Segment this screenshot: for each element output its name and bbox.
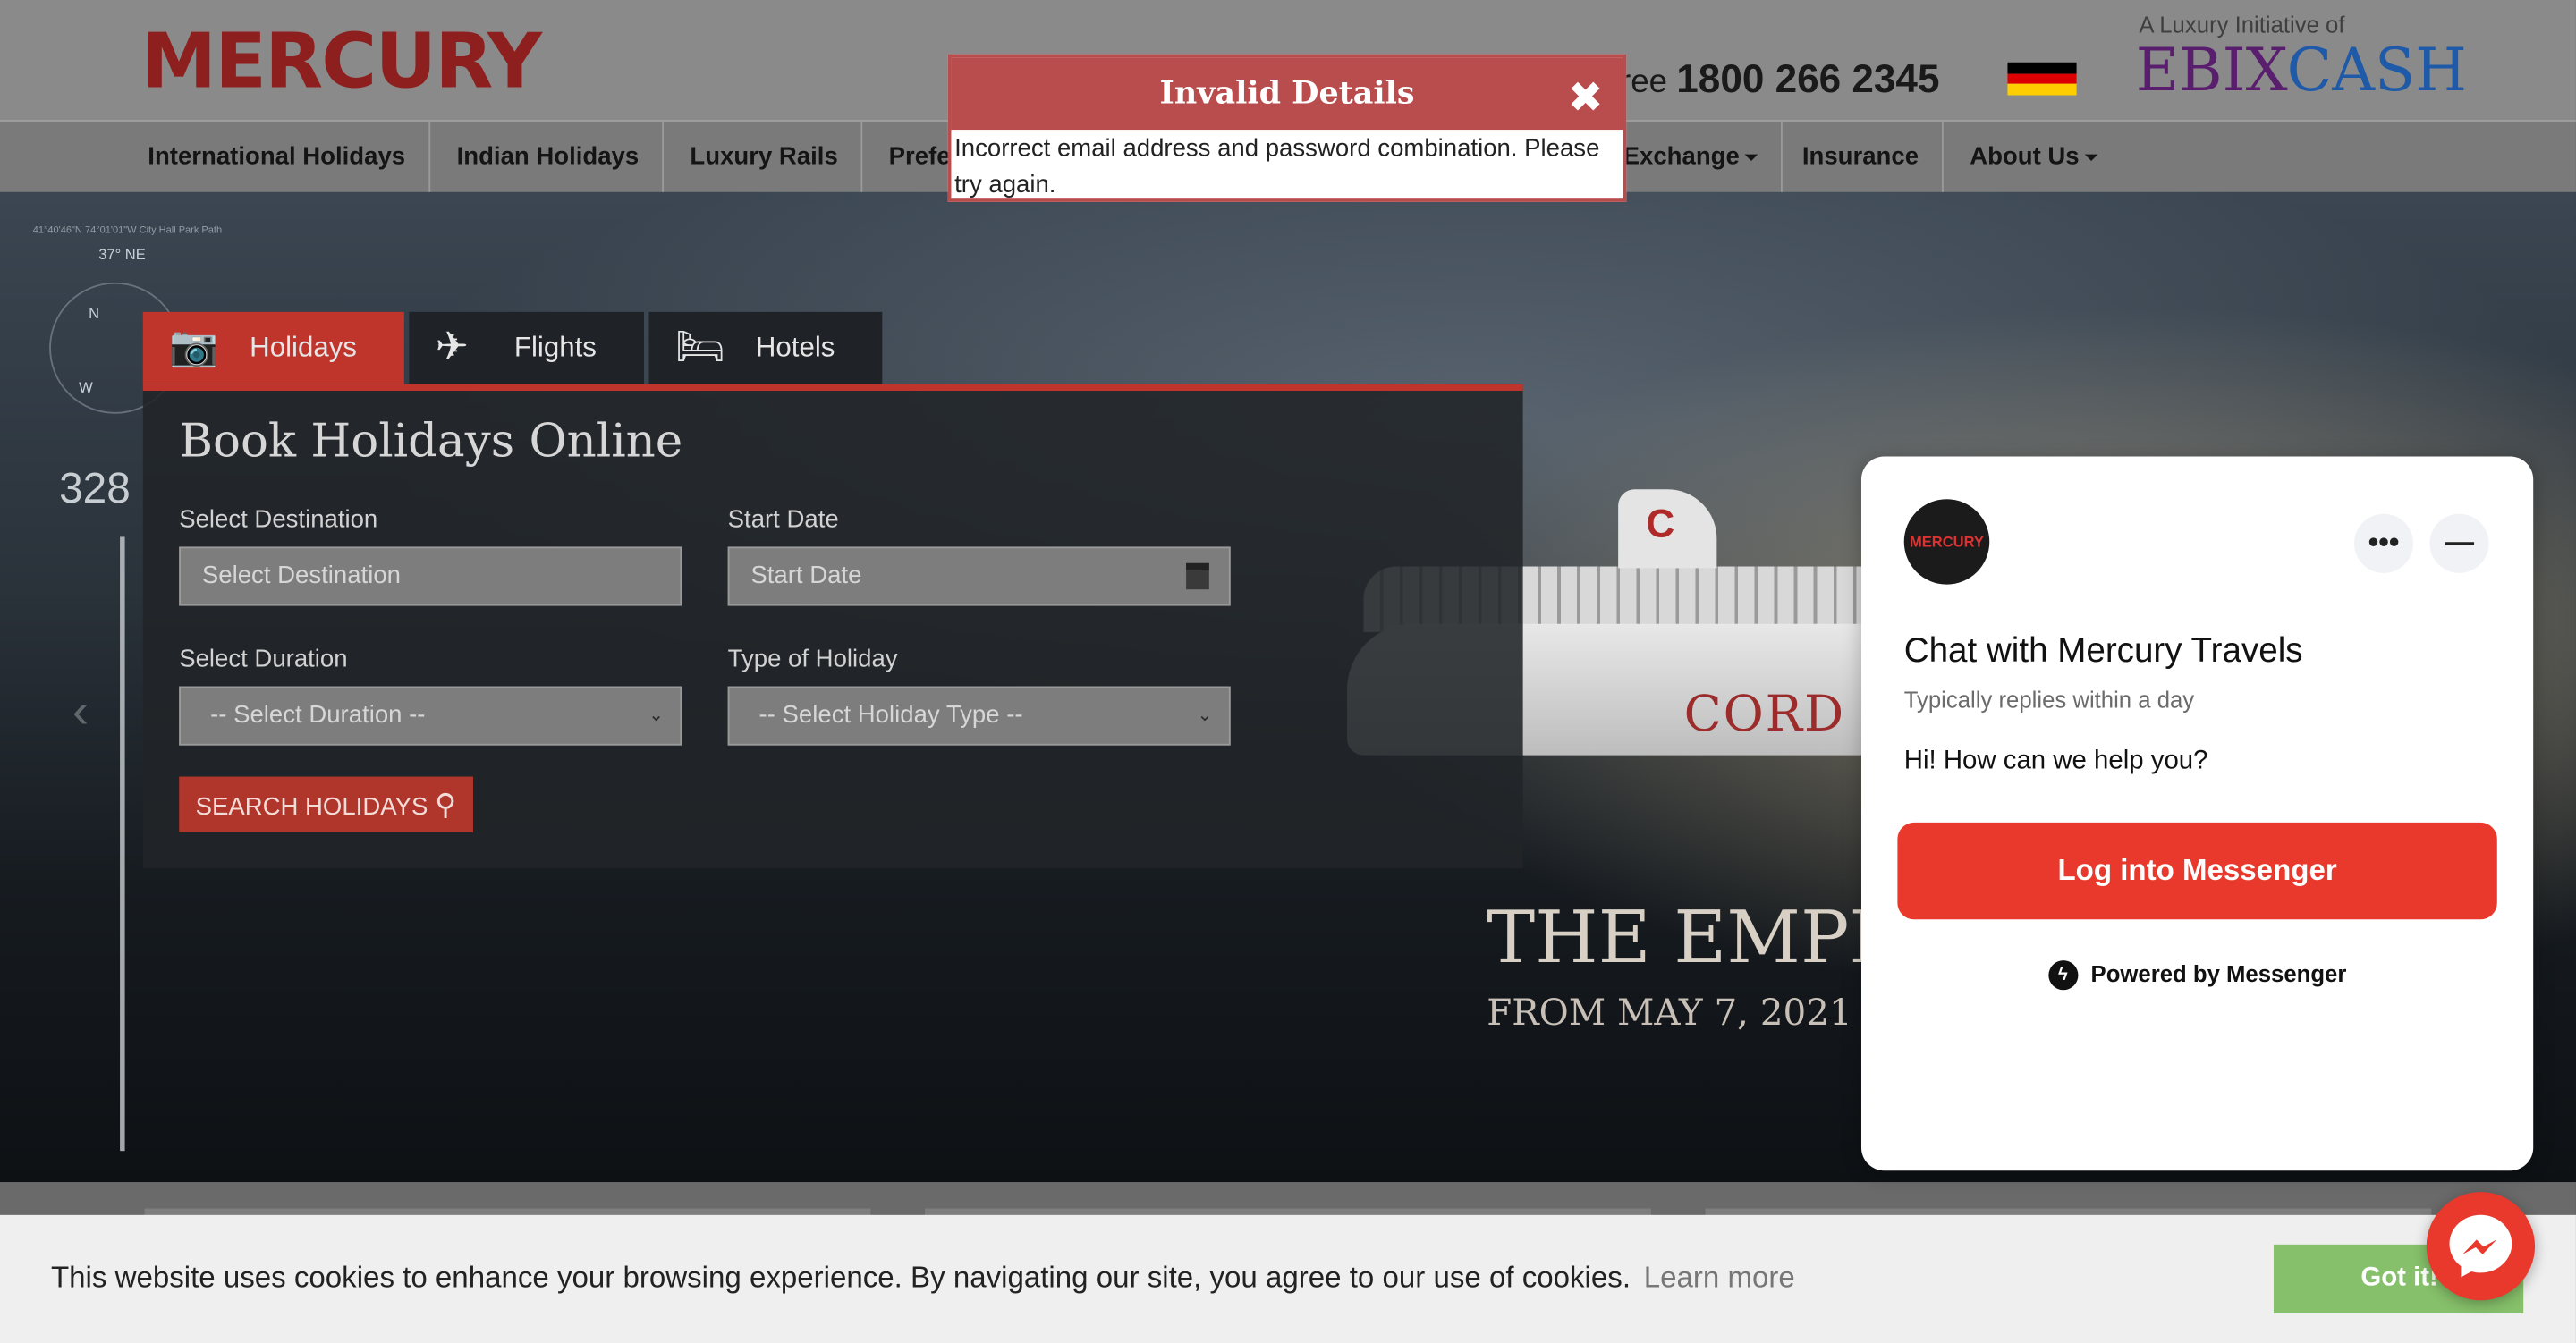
powered-by-messenger: ϟ Powered by Messenger xyxy=(1861,960,2533,991)
nav-insurance[interactable]: Insurance xyxy=(1779,121,1944,192)
camera-icon: 📷 xyxy=(169,325,219,370)
cash-text: CASH xyxy=(2286,38,2467,106)
cookie-text: This website uses cookies to enhance you… xyxy=(50,1261,1631,1294)
search-holidays-button[interactable]: SEARCH HOLIDAYS ⚲ xyxy=(179,776,473,832)
messenger-icon xyxy=(2449,1214,2512,1278)
chevron-down-icon: ⌄ xyxy=(1197,705,1213,726)
start-date-placeholder: Start Date xyxy=(750,561,862,590)
chat-greeting: Hi! How can we help you? xyxy=(1903,747,2208,775)
nav-label: Indian Holidays xyxy=(456,142,640,171)
booking-panel: Book Holidays Online Select Destination … xyxy=(142,384,1523,869)
nav-label: About Us xyxy=(1970,142,2080,171)
messenger-icon: ϟ xyxy=(2047,960,2078,991)
content-card xyxy=(144,1208,871,1215)
content-strip xyxy=(0,1182,2576,1215)
invalid-details-modal: Invalid Details ✖ Incorrect email addres… xyxy=(947,54,1627,202)
tab-holidays[interactable]: 📷 Holidays xyxy=(142,311,404,384)
bed-icon: 🛏 xyxy=(674,325,725,370)
compass-degree: 37° NE xyxy=(98,246,146,263)
chevron-down-icon xyxy=(1744,154,1758,162)
learn-more-link[interactable]: Learn more xyxy=(1644,1261,1795,1294)
hero-headline: THE EMPR xyxy=(1487,896,1904,981)
calendar-icon[interactable] xyxy=(1186,562,1209,590)
nav-label: Exchange xyxy=(1623,142,1740,171)
nav-label: Prefe xyxy=(888,142,951,171)
log-into-messenger-button[interactable]: Log into Messenger xyxy=(1897,822,2497,920)
ship-logo-icon: C xyxy=(1646,502,1675,547)
content-card xyxy=(925,1208,1651,1215)
nav-indian-holidays[interactable]: Indian Holidays xyxy=(434,121,664,192)
hero-subline: FROM MAY 7, 2021 xyxy=(1487,992,1852,1035)
ebix-text: EBIX xyxy=(2135,38,2287,106)
modal-message: Incorrect email address and password com… xyxy=(954,134,1600,199)
plane-icon: ✈ xyxy=(435,325,469,370)
carousel-prev-icon[interactable]: ‹ xyxy=(72,685,89,740)
tollfree-contact: ree 1800 266 2345 xyxy=(1619,57,1939,104)
search-icon: ⚲ xyxy=(435,788,457,822)
cookie-banner: This website uses cookies to enhance you… xyxy=(0,1214,2576,1343)
duration-value: -- Select Duration -- xyxy=(210,701,426,730)
nav-forex-exchange[interactable]: Exchange xyxy=(1600,121,1783,192)
search-button-label: SEARCH HOLIDAYS xyxy=(195,792,428,822)
tab-label: Hotels xyxy=(755,331,835,363)
nav-label: Insurance xyxy=(1801,142,1919,171)
tab-hotels[interactable]: 🛏 Hotels xyxy=(648,311,883,384)
cookie-message: This website uses cookies to enhance you… xyxy=(51,1261,1795,1296)
hero-side-number: 328 xyxy=(59,462,131,512)
tab-label: Flights xyxy=(513,331,597,363)
duration-label: Select Duration xyxy=(179,645,348,673)
avatar: MERCURY xyxy=(1903,499,1990,585)
destination-label: Select Destination xyxy=(179,505,378,534)
tab-label: Holidays xyxy=(250,331,357,363)
minimize-button[interactable]: — xyxy=(2429,513,2489,573)
holiday-type-label: Type of Holiday xyxy=(727,645,898,673)
germany-flag-icon[interactable] xyxy=(2007,62,2077,96)
content-card xyxy=(1705,1208,2432,1215)
nav-label: International Holidays xyxy=(148,142,406,171)
tab-flights[interactable]: ✈ Flights xyxy=(409,311,644,384)
messenger-fab-button[interactable] xyxy=(2426,1192,2536,1301)
holiday-type-value: -- Select Holiday Type -- xyxy=(758,701,1023,730)
start-date-input[interactable]: Start Date xyxy=(727,546,1231,606)
nav-label: Luxury Rails xyxy=(690,142,838,171)
ebixcash-logo[interactable]: EBIXCASH xyxy=(2135,38,2467,106)
chat-title: Chat with Mercury Travels xyxy=(1903,631,2303,671)
panel-title: Book Holidays Online xyxy=(179,413,683,469)
tollfree-number[interactable]: 1800 266 2345 xyxy=(1676,57,1939,102)
chat-subtitle: Typically replies within a day xyxy=(1903,686,2195,713)
holiday-type-select[interactable]: -- Select Holiday Type -- ⌄ xyxy=(727,686,1231,746)
luxury-initiative-tag: A Luxury Initiative of xyxy=(2139,11,2345,38)
chevron-down-icon xyxy=(2084,154,2097,162)
more-options-button[interactable]: ••• xyxy=(2353,513,2414,573)
nav-luxury-rails[interactable]: Luxury Rails xyxy=(667,121,863,192)
start-date-label: Start Date xyxy=(727,505,839,534)
compass-west: W xyxy=(79,379,93,396)
nav-international-holidays[interactable]: International Holidays xyxy=(125,121,430,192)
duration-select[interactable]: -- Select Duration -- ⌄ xyxy=(179,686,682,746)
chevron-down-icon: ⌄ xyxy=(648,705,665,726)
tollfree-prefix: ree xyxy=(1619,63,1668,101)
mercury-logo[interactable]: MERCURY xyxy=(141,20,542,102)
hero-side-line xyxy=(120,536,125,1152)
ship-name: CORD xyxy=(1683,686,1845,744)
messenger-chat-widget: MERCURY ••• — Chat with Mercury Travels … xyxy=(1860,456,2534,1171)
compass-north: N xyxy=(89,305,100,322)
close-icon[interactable]: ✖ xyxy=(1568,75,1604,118)
nav-about-us[interactable]: About Us xyxy=(1946,122,2120,192)
modal-title: Invalid Details xyxy=(951,57,1623,131)
compass-coordinates: 41°40'46"N 74°01'01"W City Hall Park Pat… xyxy=(32,226,223,237)
powered-by-label: Powered by Messenger xyxy=(2090,960,2347,987)
destination-input[interactable]: Select Destination xyxy=(179,546,682,606)
